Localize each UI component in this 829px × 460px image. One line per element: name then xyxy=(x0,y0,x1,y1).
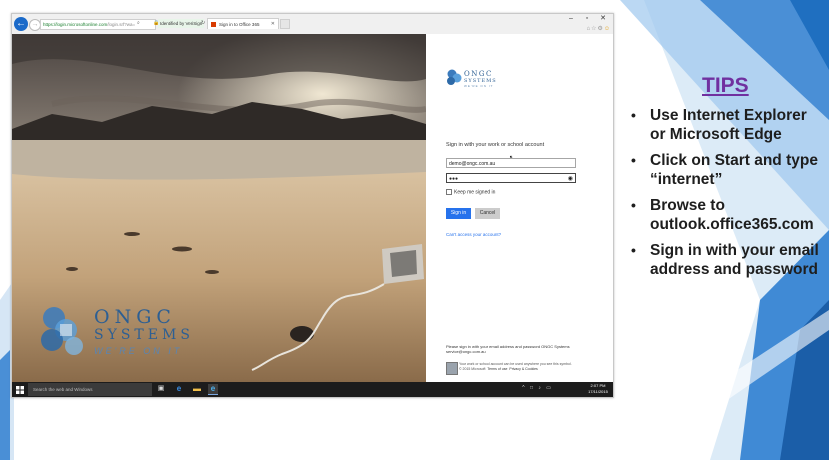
privacy-link[interactable]: Privacy & Cookies xyxy=(509,367,537,371)
copyright-text: © 2015 Microsoft xyxy=(459,367,486,371)
file-explorer-icon[interactable]: ▬ xyxy=(192,384,202,394)
clock-date: 17/11/2015 xyxy=(588,389,608,394)
tip-item: Sign in with your email address and pass… xyxy=(631,241,826,279)
logo-large-name-2: SYSTEMS xyxy=(94,327,194,343)
keep-signed-in-checkbox[interactable] xyxy=(446,189,452,195)
tip-item: Use Internet Explorer or Microsoft Edge xyxy=(631,106,826,144)
tab-title: Sign in to Office 365 xyxy=(219,22,260,27)
reveal-password-icon[interactable]: ◉ xyxy=(568,174,573,184)
tip-item: Click on Start and type “internet” xyxy=(631,151,826,189)
minimize-button[interactable]: – xyxy=(563,14,579,24)
system-tray-icons[interactable]: ^ □ ♪ ▭ xyxy=(522,385,553,391)
new-tab-button[interactable] xyxy=(280,19,290,29)
logo-large-tagline: WE'RE ON IT xyxy=(94,346,183,356)
sign-in-heading: Sign in with your work or school account xyxy=(446,142,545,148)
tips-title: TIPS xyxy=(702,74,749,97)
internet-explorer-icon[interactable]: e xyxy=(208,384,218,395)
taskbar-clock[interactable]: 2:07 PM 17/11/2015 xyxy=(586,383,610,395)
browser-window: ← → https://login.microsoftonline.com/lo… xyxy=(11,13,614,398)
sign-in-panel: ONGC SYSTEMS WE'RE ON IT Sign in with yo… xyxy=(426,34,613,382)
logo-small-name-1: ONGC xyxy=(464,70,493,78)
url-prefix: https://login.microsoftonline.com xyxy=(43,22,108,27)
cant-access-link[interactable]: Can't access your account? xyxy=(446,232,501,237)
windows-taskbar: Search the web and Windows ▣ e ▬ e ^ □ ♪… xyxy=(12,382,613,397)
favorites-icons[interactable]: ⌂☆⚙☺ xyxy=(586,25,611,32)
back-icon[interactable]: ← xyxy=(14,17,28,31)
taskbar-search-box[interactable]: Search the web and Windows xyxy=(28,383,152,396)
organization-message: Please sign in with your email address a… xyxy=(446,344,570,354)
url-path: /login.srf?wa= xyxy=(107,22,136,27)
cancel-button[interactable]: Cancel xyxy=(475,208,500,219)
browser-toolbar: ← → https://login.microsoftonline.com/lo… xyxy=(12,14,613,35)
keep-signed-in-option[interactable]: Keep me signed in xyxy=(446,189,495,195)
email-field[interactable]: demo@ongc.com.au xyxy=(446,158,576,168)
sign-in-button[interactable]: Sign in xyxy=(446,208,471,219)
background-photo: ONGC SYSTEMS WE'RE ON IT xyxy=(12,34,426,382)
keep-signed-in-label: Keep me signed in xyxy=(454,189,496,196)
logo-large-name-1: ONGC xyxy=(94,306,176,328)
windows-start-icon[interactable] xyxy=(16,386,24,394)
tip-item: Browse to outlook.office365.com xyxy=(631,196,826,234)
office-icon xyxy=(211,22,216,27)
account-symbol-icon xyxy=(446,362,458,375)
ongc-logo-small xyxy=(446,68,464,91)
identity-badge[interactable]: Identified by VeriSign xyxy=(158,19,204,28)
search-icon[interactable]: ⌕ xyxy=(137,20,140,26)
close-tab-icon[interactable]: ✕ xyxy=(271,19,275,30)
edge-browser-icon[interactable]: e xyxy=(174,384,184,394)
footer-text: Your work or school account can be used … xyxy=(459,362,604,372)
logo-small-tagline: WE'RE ON IT xyxy=(464,84,494,88)
ongc-logo-mark-small xyxy=(447,69,462,85)
password-field[interactable]: ●●● ◉ xyxy=(446,173,576,183)
refresh-icon[interactable]: ↻ xyxy=(201,20,205,26)
tips-list: Use Internet Explorer or Microsoft Edge … xyxy=(631,106,826,286)
close-button[interactable]: ✕ xyxy=(595,14,611,24)
restore-button[interactable]: ▫ xyxy=(579,14,595,24)
terms-link[interactable]: Terms of use xyxy=(487,367,507,371)
task-view-icon[interactable]: ▣ xyxy=(156,384,166,394)
password-value: ●●● xyxy=(449,176,459,182)
smiley-icon[interactable]: ☺ xyxy=(604,26,611,32)
tab-sign-in[interactable]: Sign in to Office 365 ✕ xyxy=(207,18,279,29)
